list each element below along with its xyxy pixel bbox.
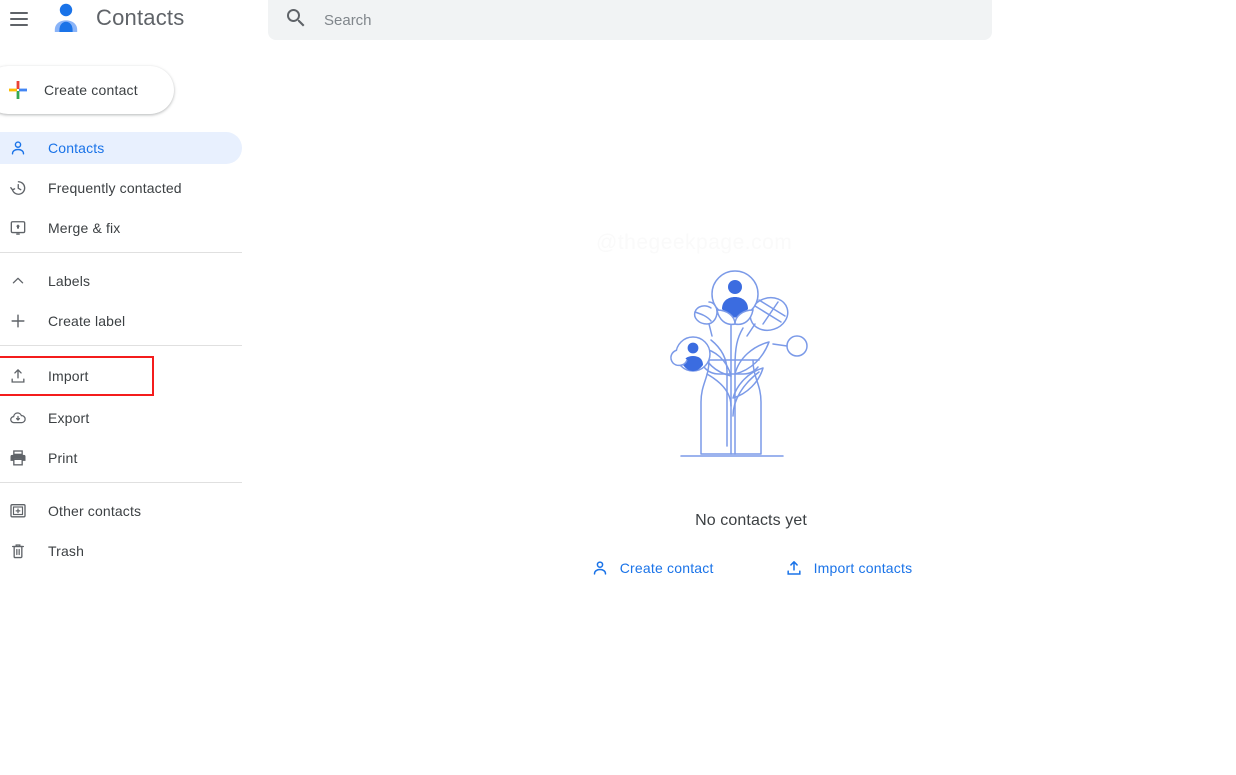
menu-line (10, 24, 28, 26)
printer-icon (8, 448, 28, 468)
sidebar-item-label: Labels (48, 273, 91, 289)
import-contacts-link-label: Import contacts (813, 560, 913, 576)
sidebar-item-create-label[interactable]: Create label (0, 305, 242, 337)
google-contacts-person-logo (54, 3, 78, 32)
sidebar-item-merge-and-fix[interactable]: Merge & fix (0, 212, 242, 244)
history-clock-icon (8, 178, 28, 198)
merge-box-icon (8, 218, 28, 238)
person-icon (590, 558, 610, 578)
import-contacts-link[interactable]: Import contacts (784, 558, 913, 578)
google-contacts-app: Contacts Create contact (0, 0, 1236, 775)
sidebar-item-label: Print (48, 450, 78, 466)
sidebar: Create contact Contacts Frequently conta… (0, 56, 266, 775)
empty-state-actions: Create contact Import contacts (590, 558, 913, 578)
sidebar-item-label: Contacts (48, 140, 105, 156)
sidebar-divider (0, 345, 242, 346)
plus-icon (8, 311, 28, 331)
sidebar-item-label: Export (48, 410, 90, 426)
trash-icon (8, 541, 28, 561)
create-contact-button[interactable]: Create contact (0, 66, 174, 114)
upload-icon (784, 558, 804, 578)
multicolor-plus-icon (9, 81, 27, 99)
watermark-text: @thegeekpage.com (596, 231, 793, 254)
page-title: Contacts (96, 5, 185, 30)
sidebar-divider (0, 482, 242, 483)
sidebar-item-other-contacts[interactable]: Other contacts (0, 495, 242, 527)
chevron-up-icon (8, 271, 28, 291)
other-contacts-box-icon (8, 501, 28, 521)
sidebar-item-label: Import (48, 368, 89, 384)
brand[interactable]: Contacts (48, 0, 184, 36)
sidebar-item-trash[interactable]: Trash (0, 535, 242, 567)
menu-line (10, 18, 28, 20)
sidebar-nav: Contacts Frequently contacted Merge & fi… (0, 132, 266, 575)
sidebar-item-export[interactable]: Export (0, 402, 242, 434)
main-content: @thegeekpage.com No contacts yet Create … (266, 56, 1236, 775)
create-contact-link-label: Create contact (619, 560, 714, 576)
menu-line (10, 12, 28, 14)
sidebar-item-frequently-contacted[interactable]: Frequently contacted (0, 172, 242, 204)
person-icon (8, 138, 28, 158)
flowers-in-vase-illustration (670, 270, 808, 457)
empty-state: No contacts yet Create contact Import co… (266, 266, 1236, 578)
sidebar-item-label: Trash (48, 543, 85, 559)
sidebar-divider (0, 252, 242, 253)
search-input[interactable] (324, 12, 944, 29)
sidebar-item-label: Merge & fix (48, 220, 121, 236)
hamburger-menu-icon[interactable] (6, 6, 32, 32)
sidebar-item-print[interactable]: Print (0, 442, 242, 474)
app-header: Contacts (0, 0, 1236, 56)
sidebar-item-contacts[interactable]: Contacts (0, 132, 242, 164)
search-icon (287, 9, 305, 27)
cloud-download-icon (8, 408, 28, 428)
sidebar-item-label: Frequently contacted (48, 180, 182, 196)
upload-icon (8, 366, 28, 386)
sidebar-item-labels[interactable]: Labels (0, 265, 242, 297)
create-contact-link[interactable]: Create contact (590, 558, 714, 578)
search-bar[interactable] (268, 0, 992, 40)
create-contact-label: Create contact (44, 82, 138, 98)
empty-state-title: No contacts yet (695, 512, 807, 529)
sidebar-item-import[interactable]: Import (0, 356, 154, 396)
sidebar-item-label: Create label (48, 313, 126, 329)
sidebar-item-label: Other contacts (48, 503, 142, 519)
